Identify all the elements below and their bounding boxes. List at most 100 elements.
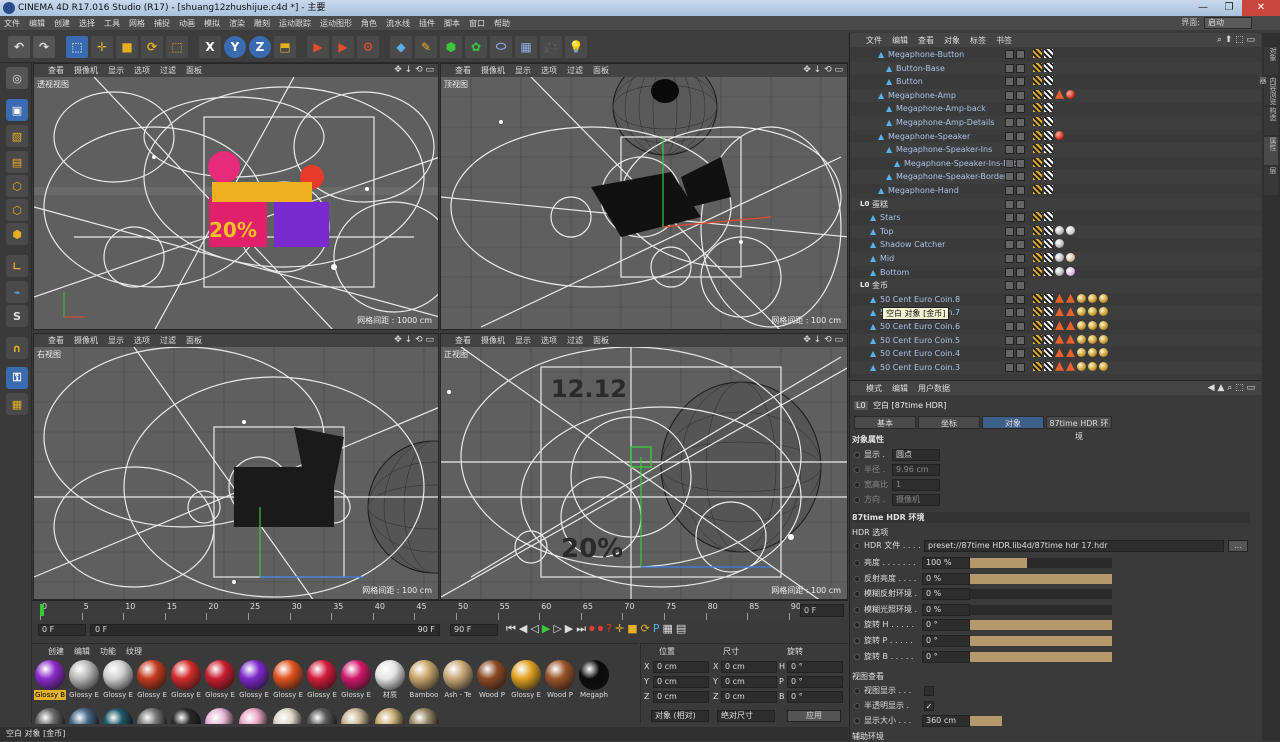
uvw-tag-icon[interactable]: [1066, 334, 1075, 344]
coord-size-field[interactable]: 0 cm: [721, 676, 777, 688]
points-mode-icon[interactable]: ⬡: [6, 175, 28, 197]
material-swatch[interactable]: Glossy E: [510, 660, 542, 704]
render-visibility-icon[interactable]: [1016, 118, 1025, 127]
material-swatch-row2[interactable]: [103, 708, 133, 724]
menu-item[interactable]: 流水线: [386, 18, 410, 29]
maximize-button[interactable]: ❐: [1216, 0, 1242, 16]
uvw-tag-icon[interactable]: [1055, 348, 1064, 358]
mat-menu-texture[interactable]: 纹理: [126, 646, 142, 657]
object-row[interactable]: ▲ Megaphone-Amp-back: [850, 102, 1262, 116]
editor-visibility-icon[interactable]: [1005, 267, 1014, 277]
texture-tag-icon[interactable]: [1044, 348, 1053, 358]
menu-item[interactable]: 动画: [179, 18, 195, 29]
view-prop-checkbox[interactable]: ✓: [924, 701, 934, 711]
rotate-key-icon[interactable]: ⟳: [641, 622, 650, 636]
slider-track[interactable]: [970, 636, 1112, 646]
phong-tag-icon[interactable]: [1033, 361, 1042, 371]
phong-tag-icon[interactable]: [1033, 307, 1042, 317]
material-swatch[interactable]: 材质: [374, 660, 406, 704]
material-swatch-row2[interactable]: [375, 708, 405, 724]
uvw-tag-icon[interactable]: [1055, 361, 1064, 371]
editor-visibility-icon[interactable]: [1005, 145, 1014, 155]
z-axis-icon[interactable]: Z: [249, 35, 271, 58]
phong-tag-icon[interactable]: [1033, 239, 1042, 249]
render-visibility-icon[interactable]: [1016, 335, 1025, 345]
view-prop-checkbox[interactable]: [924, 686, 934, 696]
menu-item[interactable]: 创建: [54, 18, 70, 29]
material-swatch-row2[interactable]: [341, 708, 371, 724]
slider-value-field[interactable]: 0 °: [922, 650, 970, 663]
coord-mode-select[interactable]: 对象 (相对): [651, 710, 709, 722]
render-visibility-icon[interactable]: [1016, 281, 1025, 291]
render-visibility-icon[interactable]: [1016, 131, 1025, 141]
om-menu-objects[interactable]: 对象: [944, 35, 960, 46]
material-swatch[interactable]: Wood P: [476, 660, 508, 704]
red-material-tag-icon[interactable]: [1066, 89, 1075, 99]
render-visibility-icon[interactable]: [1016, 145, 1025, 155]
editor-visibility-icon[interactable]: [1005, 308, 1014, 318]
scale-icon[interactable]: ■: [116, 35, 138, 58]
editor-visibility-icon[interactable]: [1005, 294, 1014, 304]
editor-visibility-icon[interactable]: [1005, 158, 1014, 168]
anim-dot[interactable]: [854, 703, 860, 709]
render-visibility-icon[interactable]: [1016, 77, 1025, 87]
visibility-toggles[interactable]: [1005, 89, 1029, 102]
anim-dot[interactable]: [854, 653, 860, 660]
material-swatch-row2[interactable]: [307, 708, 337, 724]
object-row[interactable]: ▲ Megaphone-Hand: [850, 184, 1262, 198]
editor-visibility-icon[interactable]: [1005, 186, 1014, 195]
vp-menu-filter[interactable]: 过滤: [160, 65, 176, 76]
move-key-icon[interactable]: ✛: [615, 622, 624, 636]
render-visibility-icon[interactable]: [1016, 63, 1025, 73]
vp-menu-display[interactable]: 显示: [515, 65, 531, 76]
editor-visibility-icon[interactable]: [1005, 118, 1014, 127]
menu-item[interactable]: 插件: [419, 18, 435, 29]
uvw-tag-icon[interactable]: [1066, 348, 1075, 358]
vp-menu-panel[interactable]: 面板: [593, 65, 609, 76]
vp-menu-camera[interactable]: 摄像机: [74, 65, 98, 76]
vp-menu-options[interactable]: 选项: [134, 335, 150, 346]
render-settings-icon[interactable]: ⚙: [357, 35, 379, 58]
render-view-icon[interactable]: ▶: [307, 35, 329, 58]
texture-tag-icon[interactable]: [1044, 171, 1053, 181]
workplane-lock-icon[interactable]: ▦: [6, 393, 28, 415]
gold-material-tag-icon[interactable]: [1077, 293, 1086, 303]
slider-value-field[interactable]: 0 %: [922, 572, 970, 585]
visibility-toggles[interactable]: [1005, 157, 1029, 170]
visibility-toggles[interactable]: [1005, 170, 1029, 183]
prev-frame-icon[interactable]: ◁: [530, 622, 538, 636]
anim-dot[interactable]: [854, 497, 860, 503]
right-side-tab[interactable]: 层: [1264, 167, 1278, 195]
slider-value-field[interactable]: 100 %: [922, 557, 970, 569]
texture-tag-icon[interactable]: [1044, 253, 1053, 262]
browse-button[interactable]: …: [1228, 540, 1248, 552]
material-swatch[interactable]: Glossy B: [34, 660, 66, 704]
editor-visibility-icon[interactable]: [1005, 104, 1014, 114]
om-menu-view[interactable]: 查看: [918, 35, 934, 46]
material-swatch-row2[interactable]: [137, 708, 167, 724]
frame-range-slider[interactable]: 0 F 90 F: [90, 624, 440, 636]
om-menu-edit[interactable]: 编辑: [892, 35, 908, 46]
material-swatch-row2[interactable]: [205, 708, 235, 724]
editor-visibility-icon[interactable]: [1005, 281, 1014, 291]
gold-material-tag-icon[interactable]: [1099, 321, 1108, 330]
red-material-tag-icon[interactable]: [1055, 130, 1064, 140]
uvw-tag-icon[interactable]: [1066, 361, 1075, 371]
am-menu-mode[interactable]: 模式: [866, 383, 882, 394]
next-frame-icon[interactable]: ▷: [553, 622, 561, 636]
vp-menu-view[interactable]: 查看: [455, 65, 471, 76]
render-visibility-icon[interactable]: [1016, 172, 1025, 182]
texture-tag-icon[interactable]: [1044, 117, 1053, 126]
editor-visibility-icon[interactable]: [1005, 63, 1014, 73]
menu-item[interactable]: 编辑: [29, 18, 45, 29]
phong-tag-icon[interactable]: [1033, 293, 1042, 303]
phong-tag-icon[interactable]: [1033, 103, 1042, 113]
gold-material-tag-icon[interactable]: [1077, 361, 1086, 371]
coordinate-system-icon[interactable]: ⬒: [274, 35, 296, 58]
am-menu-userdata[interactable]: 用户数据: [918, 383, 950, 394]
prop-value[interactable]: 圆点: [892, 449, 940, 461]
material-swatch[interactable]: Glossy E: [136, 660, 168, 704]
phong-tag-icon[interactable]: [1033, 171, 1042, 181]
menu-item[interactable]: 运动图形: [320, 18, 352, 29]
object-row[interactable]: ▲ Megaphone-Speaker: [850, 130, 1262, 144]
